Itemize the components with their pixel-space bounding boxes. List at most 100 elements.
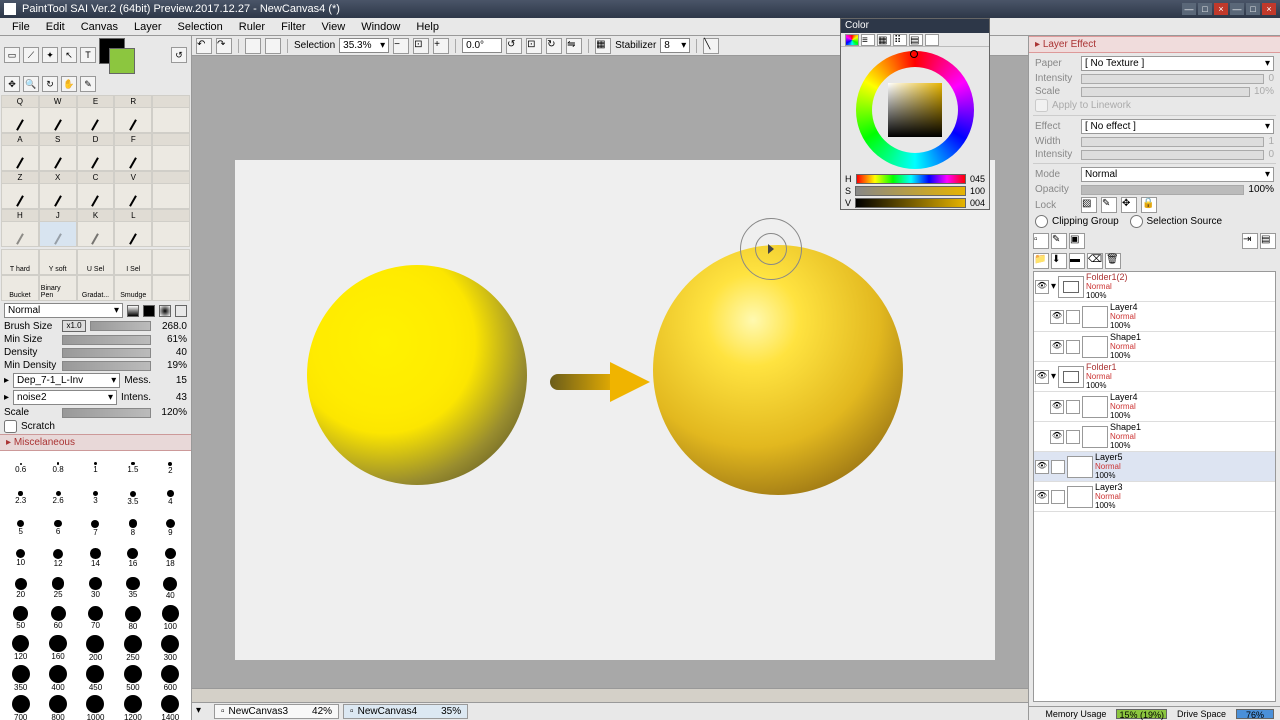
size-dot[interactable]: 16 <box>114 543 151 573</box>
size-dot[interactable]: 35 <box>114 573 151 603</box>
size-dot[interactable]: 6 <box>39 513 76 543</box>
clipping-group-radio[interactable] <box>1035 215 1048 228</box>
flatten-button[interactable]: ▬ <box>1069 253 1085 269</box>
blend-mode-select[interactable]: Normal▾ <box>4 303 123 318</box>
size-dot[interactable]: 18 <box>152 543 189 573</box>
new-linework-button[interactable]: ✎ <box>1051 233 1067 249</box>
brush-a[interactable] <box>1 145 39 171</box>
size-dot[interactable]: 700 <box>2 693 39 720</box>
brush-c[interactable] <box>77 183 115 209</box>
undo-button[interactable]: ↶ <box>196 38 212 54</box>
layer-row[interactable]: 👁Shape1Normal100% <box>1034 332 1275 362</box>
size-dot[interactable]: 0.8 <box>39 453 76 483</box>
minimize-button[interactable]: — <box>1182 3 1196 15</box>
size-dot[interactable]: 3 <box>77 483 114 513</box>
merge-down-button[interactable]: ⬇ <box>1051 253 1067 269</box>
rotate-cw-button[interactable]: ↻ <box>546 38 562 54</box>
text-tool[interactable]: T <box>80 47 96 63</box>
size-dot[interactable]: 8 <box>114 513 151 543</box>
lock-alpha-icon[interactable]: ▨ <box>1081 197 1097 213</box>
brush-soft[interactable]: Y soft <box>39 249 77 275</box>
size-dot[interactable]: 14 <box>77 543 114 573</box>
visibility-icon[interactable]: 👁 <box>1050 340 1064 354</box>
selection-source-radio[interactable] <box>1130 215 1143 228</box>
layer-mode-select[interactable]: Normal▾ <box>1081 167 1274 182</box>
visibility-icon[interactable]: 👁 <box>1035 370 1049 384</box>
menu-window[interactable]: Window <box>353 21 408 33</box>
brush-s[interactable] <box>39 145 77 171</box>
smudge-tool[interactable]: Smudge <box>114 275 152 301</box>
size-dot[interactable]: 2 <box>152 453 189 483</box>
size-dot[interactable]: 120 <box>2 633 39 663</box>
select-rect-tool[interactable]: ▭ <box>4 47 20 63</box>
size-dot[interactable]: 1.5 <box>114 453 151 483</box>
size-dot[interactable]: 30 <box>77 573 114 603</box>
stabilizer-select[interactable]: 8▾ <box>660 38 690 53</box>
menu-view[interactable]: View <box>314 21 354 33</box>
effect-select[interactable]: [ No effect ]▾ <box>1081 119 1274 134</box>
size-dot[interactable]: 1400 <box>152 693 189 720</box>
radial-icon[interactable] <box>159 305 171 317</box>
tab-newcanvas3[interactable]: ▫NewCanvas342% <box>214 704 339 719</box>
visibility-icon[interactable]: 👁 <box>1050 310 1064 324</box>
texture2-select[interactable]: noise2▾ <box>13 390 117 405</box>
redo-button[interactable]: ↷ <box>216 38 232 54</box>
line-tool-icon[interactable]: ╲ <box>703 38 719 54</box>
folder-toggle-icon[interactable]: ▾ <box>1051 371 1056 382</box>
layer-effect-header[interactable]: ▸ Layer Effect <box>1029 36 1280 53</box>
brush-size-slider[interactable] <box>90 321 151 331</box>
color-swatches[interactable] <box>99 38 135 72</box>
menu-ruler[interactable]: Ruler <box>231 21 273 33</box>
rotate-ccw-button[interactable]: ↺ <box>506 38 522 54</box>
lasso-tool[interactable]: ⟋ <box>23 47 39 63</box>
grid-button[interactable]: ▦ <box>595 38 611 54</box>
size-dot[interactable]: 500 <box>114 663 151 693</box>
deselect-button[interactable] <box>245 38 261 54</box>
zoom-fit-button[interactable]: ⊡ <box>413 38 429 54</box>
visibility-icon[interactable]: 👁 <box>1035 460 1049 474</box>
brush-j[interactable] <box>39 221 77 247</box>
brush-k[interactable] <box>77 221 115 247</box>
size-dot[interactable]: 70 <box>77 603 114 633</box>
move-tool[interactable]: ✥ <box>4 76 20 92</box>
maximize-button[interactable]: □ <box>1198 3 1212 15</box>
layer-row[interactable]: 👁Layer5Normal100% <box>1034 452 1275 482</box>
zoom-out-button[interactable]: − <box>393 38 409 54</box>
size-dot[interactable]: 10 <box>2 543 39 573</box>
lock-paint-icon[interactable]: ✎ <box>1101 197 1117 213</box>
opacity-slider[interactable] <box>1081 185 1244 195</box>
horizontal-scrollbar[interactable] <box>192 688 1028 702</box>
size-dot[interactable]: 1000 <box>77 693 114 720</box>
menu-file[interactable]: File <box>4 21 38 33</box>
new-mask-button[interactable]: ▣ <box>1069 233 1085 249</box>
menu-edit[interactable]: Edit <box>38 21 73 33</box>
size-dot[interactable]: 250 <box>114 633 151 663</box>
size-dot[interactable]: 160 <box>39 633 76 663</box>
new-folder-button[interactable]: 📁 <box>1033 253 1049 269</box>
brush-sel2[interactable]: I Sel <box>114 249 152 275</box>
brush-h[interactable] <box>1 221 39 247</box>
brush-size-mult[interactable]: x1.0 <box>62 320 86 332</box>
size-dot[interactable]: 400 <box>39 663 76 693</box>
color-tab-hist[interactable]: ⠿ <box>893 34 907 46</box>
misc-header[interactable]: ▸ Miscelaneous <box>0 434 191 451</box>
folder-toggle-icon[interactable]: ▾ <box>1051 281 1056 292</box>
size-dot[interactable]: 2.6 <box>39 483 76 513</box>
min-size-slider[interactable] <box>62 335 151 345</box>
size-dot[interactable]: 1 <box>77 453 114 483</box>
size-dot[interactable]: 50 <box>2 603 39 633</box>
zoom-tool[interactable]: 🔍 <box>23 76 39 92</box>
brush-l[interactable] <box>114 221 152 247</box>
density-slider[interactable] <box>62 348 151 358</box>
lock-all-icon[interactable]: 🔒 <box>1141 197 1157 213</box>
binary-pen-tool[interactable]: Binary Pen <box>39 275 77 301</box>
size-dot[interactable]: 600 <box>152 663 189 693</box>
size-dot[interactable]: 7 <box>77 513 114 543</box>
size-dot[interactable]: 0.6 <box>2 453 39 483</box>
layer-row[interactable]: 👁Layer4Normal100% <box>1034 392 1275 422</box>
visibility-icon[interactable]: 👁 <box>1035 490 1049 504</box>
brush-e[interactable] <box>77 107 115 133</box>
rotate-reset-button[interactable]: ⊡ <box>526 38 542 54</box>
color-tab-swatch[interactable]: ▦ <box>877 34 891 46</box>
layer-row[interactable]: 👁Layer4Normal100% <box>1034 302 1275 332</box>
